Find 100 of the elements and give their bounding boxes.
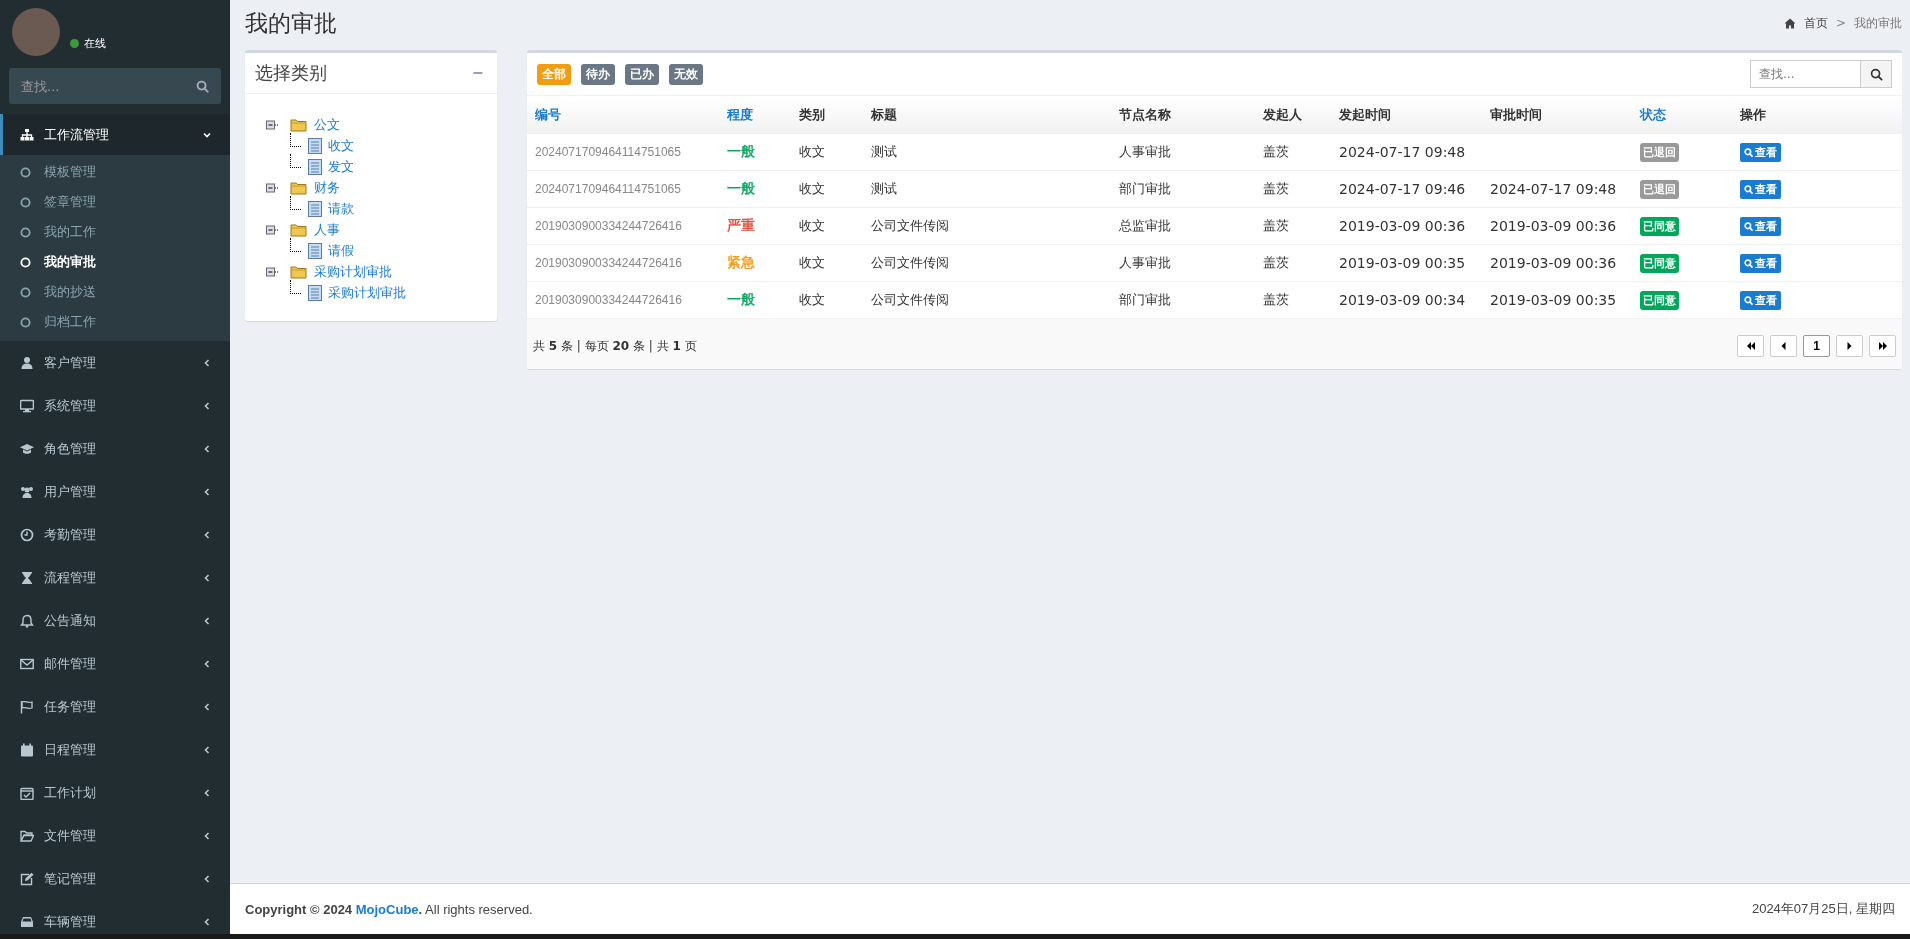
tree-folder[interactable]: 采购计划审批: [314, 262, 392, 281]
search-icon: [1744, 258, 1753, 268]
table-cell: 盖茨: [1255, 170, 1331, 208]
previous-page-button[interactable]: [1770, 335, 1797, 357]
view-button[interactable]: 查看: [1740, 142, 1781, 162]
double-left-arrow-icon: [1745, 342, 1756, 350]
column-header: 操作: [1732, 96, 1902, 134]
first-page-button[interactable]: [1737, 335, 1764, 357]
submenu-item[interactable]: 签章管理: [0, 187, 230, 217]
view-button[interactable]: 查看: [1740, 290, 1781, 310]
sidebar-menu-item[interactable]: 流程管理: [0, 556, 230, 599]
tree-folder[interactable]: 公文: [314, 115, 340, 134]
table-cell: 2019-03-09 00:36: [1331, 207, 1482, 245]
priority-text: 紧急: [727, 254, 755, 270]
filter-tab[interactable]: 待办: [581, 63, 615, 85]
table-cell: 2019030900334244726416: [527, 207, 719, 245]
next-page-button[interactable]: [1836, 335, 1863, 357]
filter-tab[interactable]: 已办: [625, 63, 659, 85]
search-icon[interactable]: [196, 80, 209, 93]
sidebar-menu-item[interactable]: 笔记管理: [0, 857, 230, 900]
chevron-icon: [202, 400, 212, 411]
table-cell: 部门审批: [1111, 170, 1255, 208]
table-cell: 人事审批: [1111, 244, 1255, 282]
sidebar-menu-item[interactable]: 系统管理: [0, 384, 230, 427]
sidebar-menu-item[interactable]: 工作计划: [0, 771, 230, 814]
sidebar-menu-item[interactable]: 文件管理: [0, 814, 230, 857]
clock-icon: [20, 527, 34, 542]
envelope-icon: [20, 656, 34, 671]
circle-icon: [20, 256, 31, 268]
chevron-icon: [202, 572, 212, 583]
chevron-icon: [202, 443, 212, 454]
sidebar-menu-item[interactable]: 公告通知: [0, 599, 230, 642]
panel-title: 选择类别: [255, 61, 327, 85]
table-cell: 收文: [791, 244, 863, 282]
table-cell: 盖茨: [1255, 133, 1331, 171]
sidebar-menu-item[interactable]: 角色管理: [0, 427, 230, 470]
status-badge: 已同意: [1640, 253, 1679, 273]
chevron-icon: [202, 658, 212, 669]
circle-icon: [20, 286, 31, 298]
submenu-item[interactable]: 我的抄送: [0, 277, 230, 307]
hourglass-icon: [20, 570, 34, 585]
calendar-icon: [20, 742, 34, 757]
table-cell: 收文: [791, 207, 863, 245]
priority-text: 严重: [727, 217, 755, 233]
company-link[interactable]: MojoCube: [355, 901, 419, 917]
online-status: 在线: [84, 36, 106, 51]
priority-text: 一般: [727, 180, 755, 196]
tree-item[interactable]: 收文: [328, 136, 354, 155]
page-button[interactable]: 1: [1803, 335, 1830, 357]
table-cell: 盖茨: [1255, 207, 1331, 245]
sidebar-menu-item[interactable]: 工作流管理: [0, 114, 230, 155]
page-title: 我的审批: [245, 8, 337, 38]
sidebar-menu-item[interactable]: 邮件管理: [0, 642, 230, 685]
table-cell: 2024-07-17 09:48: [1482, 170, 1632, 208]
search-icon: [1744, 295, 1753, 305]
tree-item[interactable]: 请款: [328, 199, 354, 218]
column-header[interactable]: 编号: [527, 96, 719, 134]
view-button[interactable]: 查看: [1740, 253, 1781, 273]
circle-icon: [20, 196, 31, 208]
last-page-button[interactable]: [1869, 335, 1896, 357]
table-cell: 总监审批: [1111, 207, 1255, 245]
sidebar-menu-item[interactable]: 车辆管理: [0, 900, 230, 934]
breadcrumb-link[interactable]: 首页: [1803, 14, 1828, 32]
submenu-item[interactable]: 我的工作: [0, 217, 230, 247]
view-button[interactable]: 查看: [1740, 216, 1781, 236]
avatar: [12, 8, 60, 56]
flag-icon: [20, 699, 34, 714]
sidebar-search-field[interactable]: 查找...: [9, 68, 221, 104]
status-badge: 已退回: [1640, 179, 1679, 199]
filter-tab[interactable]: 无效: [669, 63, 703, 85]
sidebar-menu-item[interactable]: 日程管理: [0, 728, 230, 771]
tree-folder[interactable]: 人事: [314, 220, 340, 239]
tree-folder[interactable]: 财务: [314, 178, 340, 197]
sidebar-menu-item[interactable]: 任务管理: [0, 685, 230, 728]
tree-connector: [290, 237, 301, 252]
table-cell: 2019-03-09 00:36: [1482, 207, 1632, 245]
sidebar-menu-item[interactable]: 用户管理: [0, 470, 230, 513]
search-icon: [1744, 184, 1753, 194]
search-button[interactable]: [1860, 60, 1892, 88]
submenu-item[interactable]: 模板管理: [0, 157, 230, 187]
calendar-check-icon: [20, 785, 34, 800]
document-icon: [308, 242, 322, 259]
circle-icon: [20, 316, 31, 328]
table-cell: 收文: [791, 133, 863, 171]
table-cell: 2024-07-17 09:46: [1331, 170, 1482, 208]
table-search-field[interactable]: 查找...: [1750, 60, 1860, 88]
tree-item[interactable]: 发文: [328, 157, 354, 176]
tree-item[interactable]: 请假: [328, 241, 354, 260]
view-button[interactable]: 查看: [1740, 179, 1781, 199]
sidebar-menu-item[interactable]: 考勤管理: [0, 513, 230, 556]
table-cell: 2024071709464114751065: [527, 133, 719, 171]
submenu-item[interactable]: 我的审批: [0, 247, 230, 277]
folder-icon: [290, 117, 308, 132]
sidebar-menu-item[interactable]: 客户管理: [0, 341, 230, 384]
submenu-item[interactable]: 归档工作: [0, 307, 230, 337]
graduation-cap-icon: [20, 441, 34, 456]
priority-text: 一般: [727, 291, 755, 307]
user-icon: [20, 355, 34, 370]
tree-item[interactable]: 采购计划审批: [328, 283, 406, 302]
collapse-button[interactable]: −: [468, 62, 487, 84]
